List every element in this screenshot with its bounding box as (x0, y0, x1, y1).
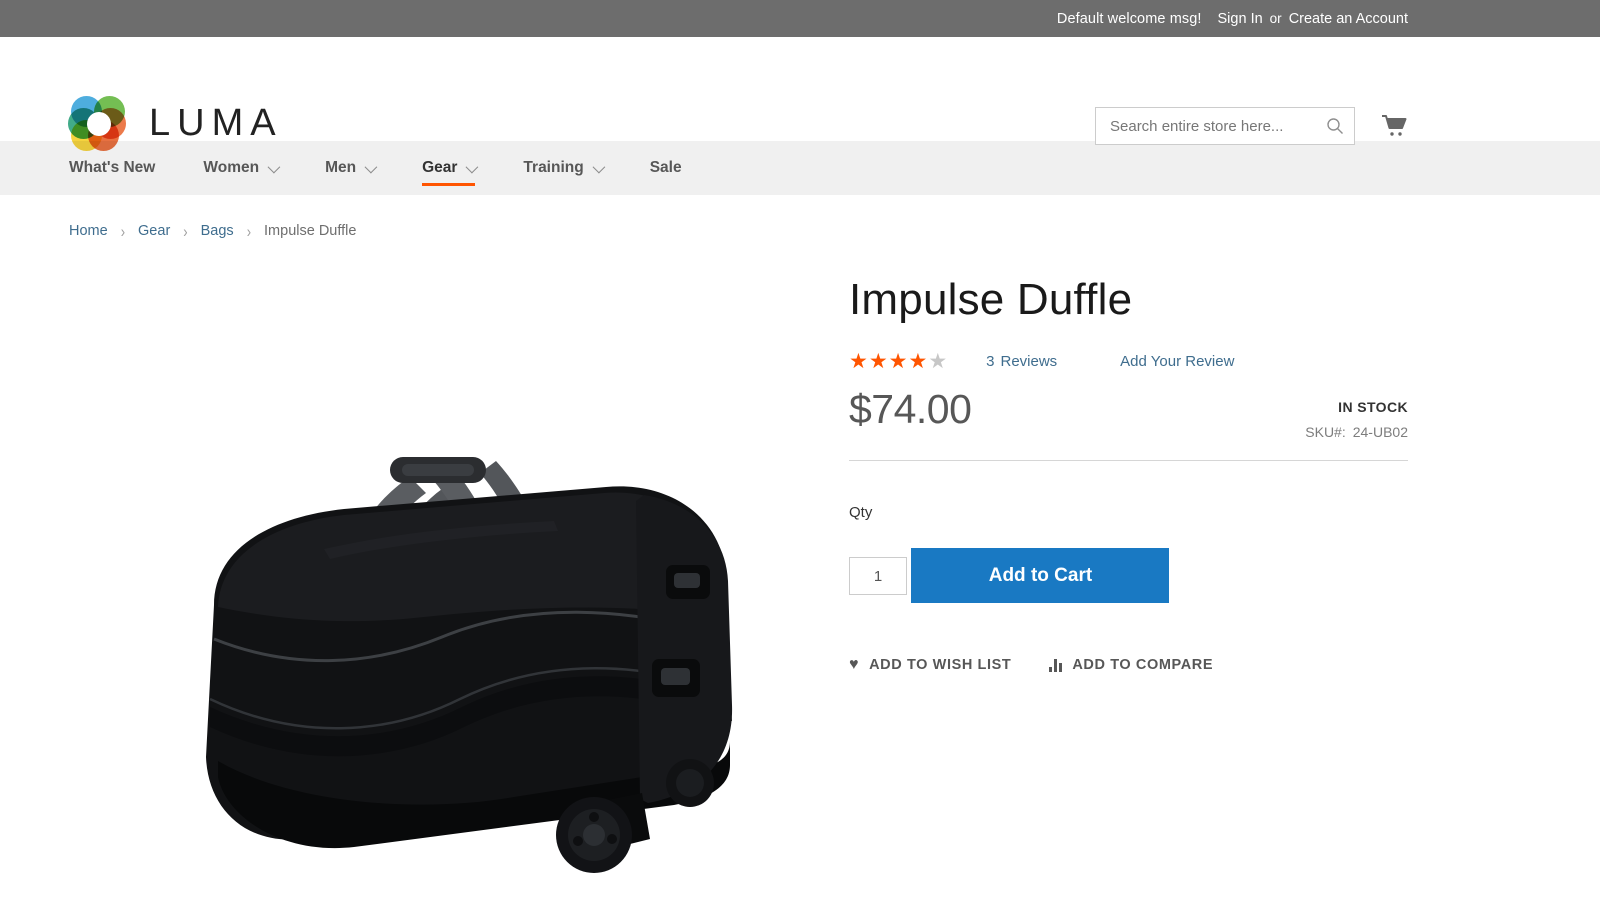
chevron-down-icon (267, 160, 281, 173)
qty-input[interactable] (849, 557, 907, 596)
add-to-cart-button[interactable]: Add to Cart (911, 548, 1170, 604)
breadcrumb-item-bags[interactable]: Bags (201, 223, 234, 239)
star-icon-filled: ★ (868, 350, 889, 374)
breadcrumb-item-home[interactable]: Home (69, 223, 108, 239)
sign-in-link[interactable]: Sign In (1218, 11, 1263, 27)
nav-item-women[interactable]: Women (179, 141, 301, 195)
bar-chart-icon (1049, 658, 1063, 672)
product-media (69, 249, 849, 889)
star-icon-filled: ★ (849, 350, 869, 374)
price-row: $74.00 IN STOCK SKU#: 24-UB02 (849, 386, 1408, 462)
chevron-down-icon (592, 160, 605, 173)
breadcrumb-separator: › (183, 221, 188, 241)
sku-row: SKU#: 24-UB02 (1305, 424, 1408, 440)
add-to-compare-label: ADD TO COMPARE (1072, 657, 1214, 674)
star-icon-filled: ★ (888, 350, 909, 374)
add-to-wishlist-label: ADD TO WISH LIST (869, 657, 1012, 674)
status-badge: IN STOCK (1338, 399, 1408, 416)
star-icon-filled: ★ (908, 350, 929, 374)
star-rating[interactable]: ★★★★★ (849, 351, 948, 372)
sku-value: 24-UB02 (1352, 424, 1408, 441)
nav-item-sale[interactable]: Sale (626, 141, 706, 195)
qty-label: Qty (849, 504, 873, 522)
breadcrumb: Home › Gear › Bags › Impulse Duffle (0, 195, 1600, 241)
nav-item-gear[interactable]: Gear (398, 141, 499, 195)
nav-item-whats-new[interactable]: What's New (69, 141, 179, 195)
product-image[interactable] (174, 369, 774, 879)
add-to-compare-button[interactable]: ADD TO COMPARE (1049, 657, 1213, 673)
nav-item-label: Men (325, 159, 357, 176)
breadcrumb-item-current: Impulse Duffle (264, 223, 357, 239)
search-input[interactable] (1110, 117, 1326, 135)
shopping-cart-icon[interactable] (1381, 114, 1408, 139)
or-separator: or (1269, 11, 1282, 26)
rating-row: ★★★★★ 3 Reviews Add Your Review (849, 351, 1408, 372)
site-header: LUMA (0, 37, 1600, 151)
nav-item-label: Sale (649, 159, 682, 176)
stock-info: IN STOCK SKU#: 24-UB02 (1305, 386, 1408, 440)
nav-item-label: What's New (69, 159, 156, 176)
breadcrumb-separator: › (120, 221, 126, 241)
product-info: Impulse Duffle ★★★★★ 3 Reviews Add Your R… (849, 249, 1408, 889)
breadcrumb-separator: › (246, 221, 252, 241)
search-box[interactable] (1095, 107, 1355, 145)
search-icon[interactable] (1326, 117, 1344, 135)
nav-item-label: Women (203, 159, 260, 176)
logo-text: LUMA (149, 101, 283, 144)
product-price: $74.00 (849, 386, 972, 433)
add-to-wishlist-button[interactable]: ♥ ADD TO WISH LIST (849, 656, 1012, 674)
reviews-count: 3 (986, 353, 995, 371)
nav-item-training[interactable]: Training (499, 141, 625, 195)
sku-label: SKU#: (1305, 424, 1346, 441)
nav-item-label: Training (523, 159, 584, 176)
chevron-down-icon (364, 160, 378, 173)
secondary-actions: ♥ ADD TO WISH LIST ADD TO COMPARE (849, 656, 1408, 674)
welcome-message: Default welcome msg! (1056, 10, 1202, 27)
product-page-main: Impulse Duffle ★★★★★ 3 Reviews Add Your R… (0, 239, 1600, 889)
nav-item-men[interactable]: Men (301, 141, 398, 195)
heart-icon: ♥ (849, 656, 860, 674)
create-account-link[interactable]: Create an Account (1289, 11, 1408, 27)
top-panel: Default welcome msg! Sign In or Create a… (0, 0, 1600, 37)
main-navigation: What's New Women Men Gear Training Sale (0, 141, 1600, 195)
reviews-count-link[interactable]: 3 Reviews (986, 353, 1057, 370)
breadcrumb-item-gear[interactable]: Gear (138, 223, 170, 239)
reviews-label: Reviews (1000, 353, 1058, 371)
star-icon-empty: ★ (928, 350, 949, 374)
add-review-link[interactable]: Add Your Review (1120, 353, 1234, 370)
page-title: Impulse Duffle (849, 275, 1133, 324)
header-actions (1095, 107, 1408, 145)
chevron-down-icon (465, 160, 479, 173)
nav-item-label: Gear (422, 159, 458, 176)
